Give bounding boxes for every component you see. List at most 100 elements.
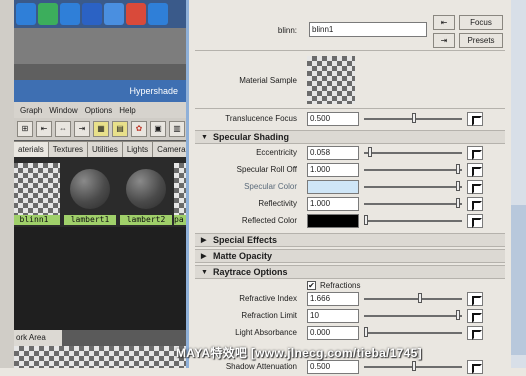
presets-button[interactable]: Presets [459,33,503,48]
map-button-icon[interactable] [467,214,483,228]
reflected-color-swatch[interactable] [307,214,359,228]
hypershade-title-bar[interactable]: Hypershade [14,80,188,102]
specular-rolloff-slider[interactable] [364,164,462,174]
slider-knob[interactable] [456,164,460,174]
swatch-blinn1[interactable] [14,163,60,217]
map-button-icon[interactable] [467,163,483,177]
collapse-arrow-icon: ▼ [201,134,208,141]
menu-options[interactable]: Options [85,106,113,115]
menu-help[interactable]: Help [119,106,135,115]
shelf-icon-3[interactable] [60,3,80,25]
map-button-icon[interactable] [467,112,483,126]
attr-row-reflectivity: Reflectivity 1.000 [189,196,511,213]
hypershade-bottom-pane [14,227,188,330]
attr-label: Light Absorbance [235,328,297,337]
tab-work-area[interactable]: ork Area [14,330,62,346]
section-matte-opacity[interactable]: ▶ Matte Opacity [195,249,505,263]
toolbar-extra-icon[interactable]: ▥ [169,121,185,137]
menu-graph[interactable]: Graph [20,106,42,115]
slider-knob[interactable] [368,147,372,157]
toolbar-output-icon[interactable]: ⇥ [74,121,90,137]
shelf-icon-6[interactable] [126,3,146,25]
slider-knob[interactable] [412,361,416,371]
material-sample-label: Material Sample [239,76,297,85]
shelf-icon-5[interactable] [104,3,124,25]
map-button-icon[interactable] [467,309,483,323]
attr-label: Specular Color [244,182,297,191]
input-connection-icon[interactable]: ⇤ [433,15,455,30]
scrollbar-thumb[interactable] [511,205,526,355]
swatch-lambert2[interactable] [120,163,172,217]
map-button-icon[interactable] [467,146,483,160]
slider-knob[interactable] [364,327,368,337]
toolbar-io-icon[interactable]: ⇔ [55,121,71,137]
refractions-label: Refractions [320,281,361,290]
reflectivity-slider[interactable] [364,198,462,208]
toolbar-frame-icon[interactable]: ▣ [150,121,166,137]
separator [195,50,505,51]
map-button-icon[interactable] [467,360,483,374]
reflected-color-slider[interactable] [364,215,462,225]
attr-label: Reflectivity [258,199,297,208]
toolbar-input-icon[interactable]: ⇤ [36,121,52,137]
hypershade-toolbar: ⊞ ⇤ ⇔ ⇥ ▦ ▤ ✿ ▣ ▥ [14,118,188,140]
swatch-label-lambert2: lambert2 [120,215,172,225]
section-special-effects[interactable]: ▶ Special Effects [195,233,505,247]
tab-cameras[interactable]: Camera [153,141,188,157]
section-raytrace-options[interactable]: ▼ Raytrace Options [195,265,505,279]
refractive-index-slider[interactable] [364,293,462,303]
section-title: Special Effects [213,235,278,245]
shelf-icon-2[interactable] [38,3,58,25]
menu-window[interactable]: Window [49,106,77,115]
slider-knob[interactable] [456,198,460,208]
swatch-label-lambert1: lambert1 [64,215,116,225]
refraction-limit-field[interactable]: 10 [307,309,359,323]
reflectivity-field[interactable]: 1.000 [307,197,359,211]
focus-button[interactable]: Focus [459,15,503,30]
toolbar-layout-icon[interactable]: ▦ [93,121,109,137]
shelf-icon-1[interactable] [16,3,36,25]
map-button-icon[interactable] [467,326,483,340]
tab-lights[interactable]: Lights [122,141,154,157]
slider-knob[interactable] [418,293,422,303]
shadow-attenuation-field[interactable]: 0.500 [307,360,359,374]
slider-knob[interactable] [364,215,368,225]
slider-knob[interactable] [456,181,460,191]
output-connection-icon[interactable]: ⇥ [433,33,455,48]
screen: Hypershade Graph Window Options Help ⊞ ⇤… [0,0,526,374]
refractive-index-field[interactable]: 1.666 [307,292,359,306]
tab-textures[interactable]: Textures [48,141,89,157]
toolbar-graph-icon[interactable]: ⊞ [17,121,33,137]
toolbar-flower-icon[interactable]: ✿ [131,121,147,137]
work-area-swatches [14,346,188,368]
light-absorbance-field[interactable]: 0.000 [307,326,359,340]
attr-row-specular-rolloff: Specular Roll Off 1.000 [189,162,511,179]
toolbar-grid-icon[interactable]: ▤ [112,121,128,137]
attr-label: Shadow Attenuation [225,362,297,371]
map-button-icon[interactable] [467,292,483,306]
refractions-checkbox[interactable]: ✔ [307,281,316,290]
shader-name-field[interactable]: blinn1 [309,22,427,37]
tab-materials[interactable]: aterials [14,141,49,157]
light-absorbance-slider[interactable] [364,327,462,337]
map-button-icon[interactable] [467,197,483,211]
attr-row-translucence-focus: Translucence Focus 0.500 [189,111,511,128]
viewport-strip [14,28,188,80]
section-specular-shading[interactable]: ▼ Specular Shading [195,130,505,144]
eccentricity-slider[interactable] [364,147,462,157]
eccentricity-field[interactable]: 0.058 [307,146,359,160]
shelf-icon-7[interactable] [148,3,168,25]
translucence-focus-field[interactable]: 0.500 [307,112,359,126]
map-button-icon[interactable] [467,180,483,194]
specular-color-slider[interactable] [364,181,462,191]
refraction-limit-slider[interactable] [364,310,462,320]
specular-color-swatch[interactable] [307,180,359,194]
slider-knob[interactable] [412,113,416,123]
translucence-focus-slider[interactable] [364,113,462,123]
shelf-icon-4[interactable] [82,3,102,25]
tab-utilities[interactable]: Utilities [88,141,123,157]
attr-row-specular-color: Specular Color [189,179,511,196]
specular-rolloff-field[interactable]: 1.000 [307,163,359,177]
swatch-lambert1[interactable] [64,163,116,217]
slider-knob[interactable] [456,310,460,320]
